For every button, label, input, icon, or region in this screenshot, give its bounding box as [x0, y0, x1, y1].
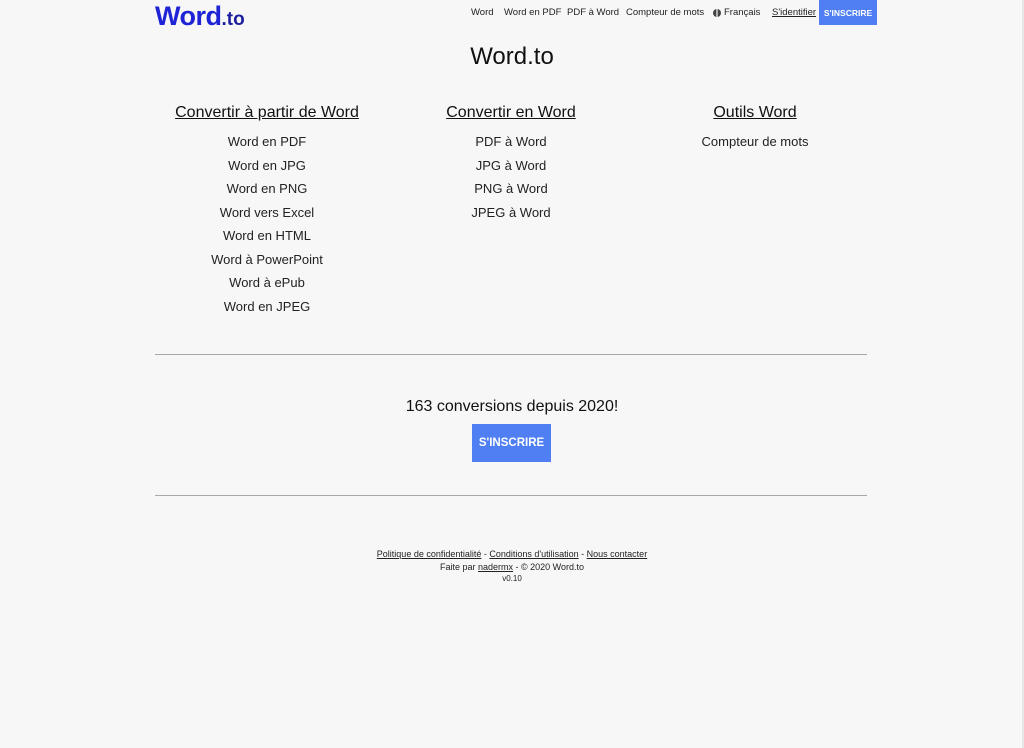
logo-main: Word	[155, 1, 222, 31]
footer-credits: Faite par nadermx - © 2020 Word.to	[0, 561, 1024, 574]
link-compteur-de-mots[interactable]: Compteur de mots	[702, 134, 809, 149]
list-item: Word à PowerPoint	[137, 248, 397, 272]
login-link[interactable]: S'identifier	[772, 7, 816, 18]
nav-link-pdf-a-word[interactable]: PDF à Word	[567, 7, 619, 18]
list-item: PNG à Word	[381, 177, 641, 201]
list-item: Word en JPG	[137, 154, 397, 178]
column-word-tools: Outils Word Compteur de mots	[625, 102, 885, 154]
list-item: Word vers Excel	[137, 201, 397, 225]
link-list-from-word: Word en PDF Word en JPG Word en PNG Word…	[137, 130, 397, 318]
conversion-stats: 163 conversions depuis 2020!	[405, 398, 619, 415]
footer: Politique de confidentialité - Condition…	[0, 548, 1024, 584]
nav-link-word-en-pdf[interactable]: Word en PDF	[504, 7, 561, 18]
signup-button[interactable]: S'INSCRIRE	[472, 424, 551, 462]
column-heading-from-word: Convertir à partir de Word	[175, 104, 359, 121]
list-item: JPG à Word	[381, 154, 641, 178]
globe-icon	[713, 8, 721, 17]
author-link[interactable]: nadermx	[478, 562, 513, 572]
divider	[155, 495, 867, 496]
list-item: Word en HTML	[137, 224, 397, 248]
link-word-en-png[interactable]: Word en PNG	[227, 181, 308, 196]
column-heading-word-tools: Outils Word	[713, 104, 797, 121]
nav-item-word[interactable]: Word	[471, 0, 494, 25]
link-jpg-a-word[interactable]: JPG à Word	[476, 158, 547, 173]
footer-separator: -	[578, 549, 587, 559]
list-item: JPEG à Word	[381, 201, 641, 225]
page-title: Word.to	[470, 43, 554, 70]
link-pdf-a-word[interactable]: PDF à Word	[475, 134, 546, 149]
signup-button-header[interactable]: S'INSCRIRE	[819, 0, 877, 25]
list-item: Word en PDF	[137, 130, 397, 154]
link-list-to-word: PDF à Word JPG à Word PNG à Word JPEG à …	[381, 130, 641, 224]
nav-link-word[interactable]: Word	[471, 7, 494, 18]
link-word-a-powerpoint[interactable]: Word à PowerPoint	[211, 252, 323, 267]
list-item: PDF à Word	[381, 130, 641, 154]
link-word-en-jpeg[interactable]: Word en JPEG	[224, 299, 310, 314]
nav-item-word-en-pdf[interactable]: Word en PDF	[504, 0, 561, 25]
list-item: Word en PNG	[137, 177, 397, 201]
terms-link[interactable]: Conditions d'utilisation	[489, 549, 578, 559]
link-word-en-pdf[interactable]: Word en PDF	[228, 134, 307, 149]
link-word-en-html[interactable]: Word en HTML	[223, 228, 311, 243]
made-by-label: Faite par	[439, 562, 478, 572]
privacy-link[interactable]: Politique de confidentialité	[377, 549, 482, 559]
link-list-word-tools: Compteur de mots	[625, 130, 885, 154]
link-word-vers-excel[interactable]: Word vers Excel	[220, 205, 314, 220]
list-item: Compteur de mots	[625, 130, 885, 154]
footer-links: Politique de confidentialité - Condition…	[0, 548, 1024, 561]
contact-link[interactable]: Nous contacter	[587, 549, 648, 559]
column-heading-to-word: Convertir en Word	[446, 104, 576, 121]
site-logo[interactable]: Word.to	[155, 1, 245, 32]
nav-item-pdf-a-word[interactable]: PDF à Word	[567, 0, 619, 25]
copyright-text: - © 2020 Word.to	[513, 562, 585, 572]
language-selector[interactable]: Français	[713, 0, 760, 25]
list-item: Word en JPEG	[137, 295, 397, 319]
link-png-a-word[interactable]: PNG à Word	[474, 181, 547, 196]
column-to-word: Convertir en Word PDF à Word JPG à Word …	[381, 102, 641, 224]
login-item[interactable]: S'identifier	[772, 0, 816, 25]
link-jpeg-a-word[interactable]: JPEG à Word	[471, 205, 550, 220]
column-from-word: Convertir à partir de Word Word en PDF W…	[137, 102, 397, 318]
logo-suffix: .to	[221, 9, 245, 30]
version-label: v0.10	[502, 574, 522, 583]
nav-item-compteur-de-mots[interactable]: Compteur de mots	[626, 0, 704, 25]
nav-link-compteur-de-mots[interactable]: Compteur de mots	[626, 7, 704, 18]
divider	[155, 354, 867, 355]
list-item: Word à ePub	[137, 271, 397, 295]
link-word-a-epub[interactable]: Word à ePub	[229, 275, 305, 290]
language-label[interactable]: Français	[724, 7, 760, 18]
link-word-en-jpg[interactable]: Word en JPG	[228, 158, 306, 173]
